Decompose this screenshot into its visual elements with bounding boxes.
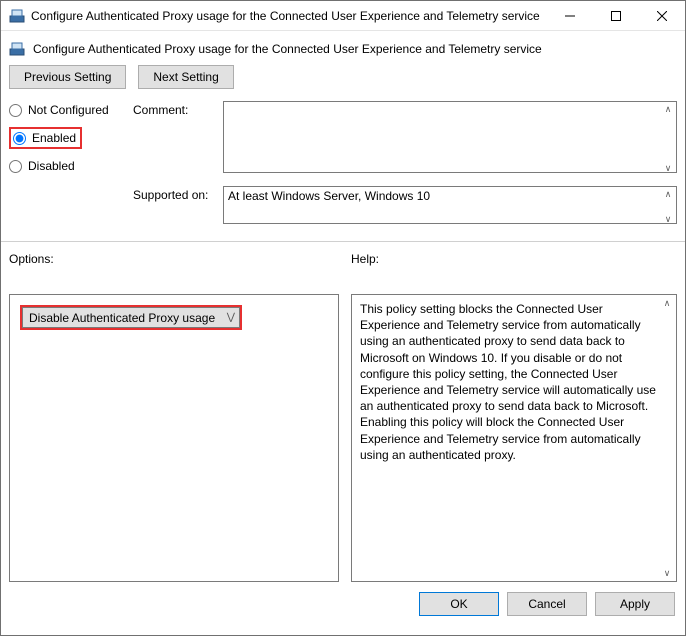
header: Configure Authenticated Proxy usage for … [1,31,685,61]
enabled-highlight: Enabled [9,127,82,149]
apply-button[interactable]: Apply [595,592,675,616]
scroll-down-icon: ∨ [659,566,675,580]
help-column: Help: This policy setting blocks the Con… [351,252,677,582]
radio-disabled-input[interactable] [9,160,22,173]
comment-label: Comment: [133,101,223,176]
header-title: Configure Authenticated Proxy usage for … [33,42,542,56]
supported-row: Supported on: ∧ ∨ [133,186,677,227]
help-box: This policy setting blocks the Connected… [351,294,677,582]
scroll-up-icon: ∧ [659,296,675,310]
supported-label: Supported on: [133,186,223,227]
options-column: Options: Disable Authenticated Proxy usa… [9,252,339,582]
ok-button[interactable]: OK [419,592,499,616]
titlebar: Configure Authenticated Proxy usage for … [1,1,685,31]
fields-column: Comment: ∧ ∨ Supported on: ∧ ∨ [133,101,677,237]
nav-row: Previous Setting Next Setting [1,61,685,97]
dropdown-value: Disable Authenticated Proxy usage [29,311,215,325]
radio-enabled-label: Enabled [32,131,76,145]
footer: OK Cancel Apply [1,582,685,616]
cancel-button[interactable]: Cancel [507,592,587,616]
comment-textarea[interactable] [223,101,677,173]
radio-column: Not Configured Enabled Disabled [9,101,119,237]
next-setting-button[interactable]: Next Setting [138,65,233,89]
radio-enabled-input[interactable] [13,132,26,145]
window-controls [547,1,685,30]
window-title: Configure Authenticated Proxy usage for … [31,9,547,23]
policy-icon [9,41,25,57]
radio-not-configured-input[interactable] [9,104,22,117]
radio-disabled[interactable]: Disabled [9,159,119,173]
options-box: Disable Authenticated Proxy usage ⋁ [9,294,339,582]
close-button[interactable] [639,1,685,30]
radio-not-configured-label: Not Configured [28,103,109,117]
config-area: Not Configured Enabled Disabled Comment:… [1,97,685,237]
policy-icon [9,8,25,24]
dropdown-highlight: Disable Authenticated Proxy usage ⋁ [20,305,242,330]
radio-not-configured[interactable]: Not Configured [9,103,119,117]
chevron-down-icon: ⋁ [227,312,235,323]
options-label: Options: [9,252,339,266]
minimize-button[interactable] [547,1,593,30]
help-label: Help: [351,252,677,266]
help-text: This policy setting blocks the Connected… [360,302,656,462]
previous-setting-button[interactable]: Previous Setting [9,65,126,89]
comment-row: Comment: ∧ ∨ [133,101,677,176]
help-scrollbar: ∧ ∨ [659,296,675,580]
lower-section: Options: Disable Authenticated Proxy usa… [1,241,685,582]
maximize-button[interactable] [593,1,639,30]
proxy-usage-dropdown[interactable]: Disable Authenticated Proxy usage ⋁ [22,307,240,328]
radio-disabled-label: Disabled [28,159,75,173]
supported-textarea [223,186,677,224]
radio-enabled[interactable]: Enabled [13,131,76,145]
